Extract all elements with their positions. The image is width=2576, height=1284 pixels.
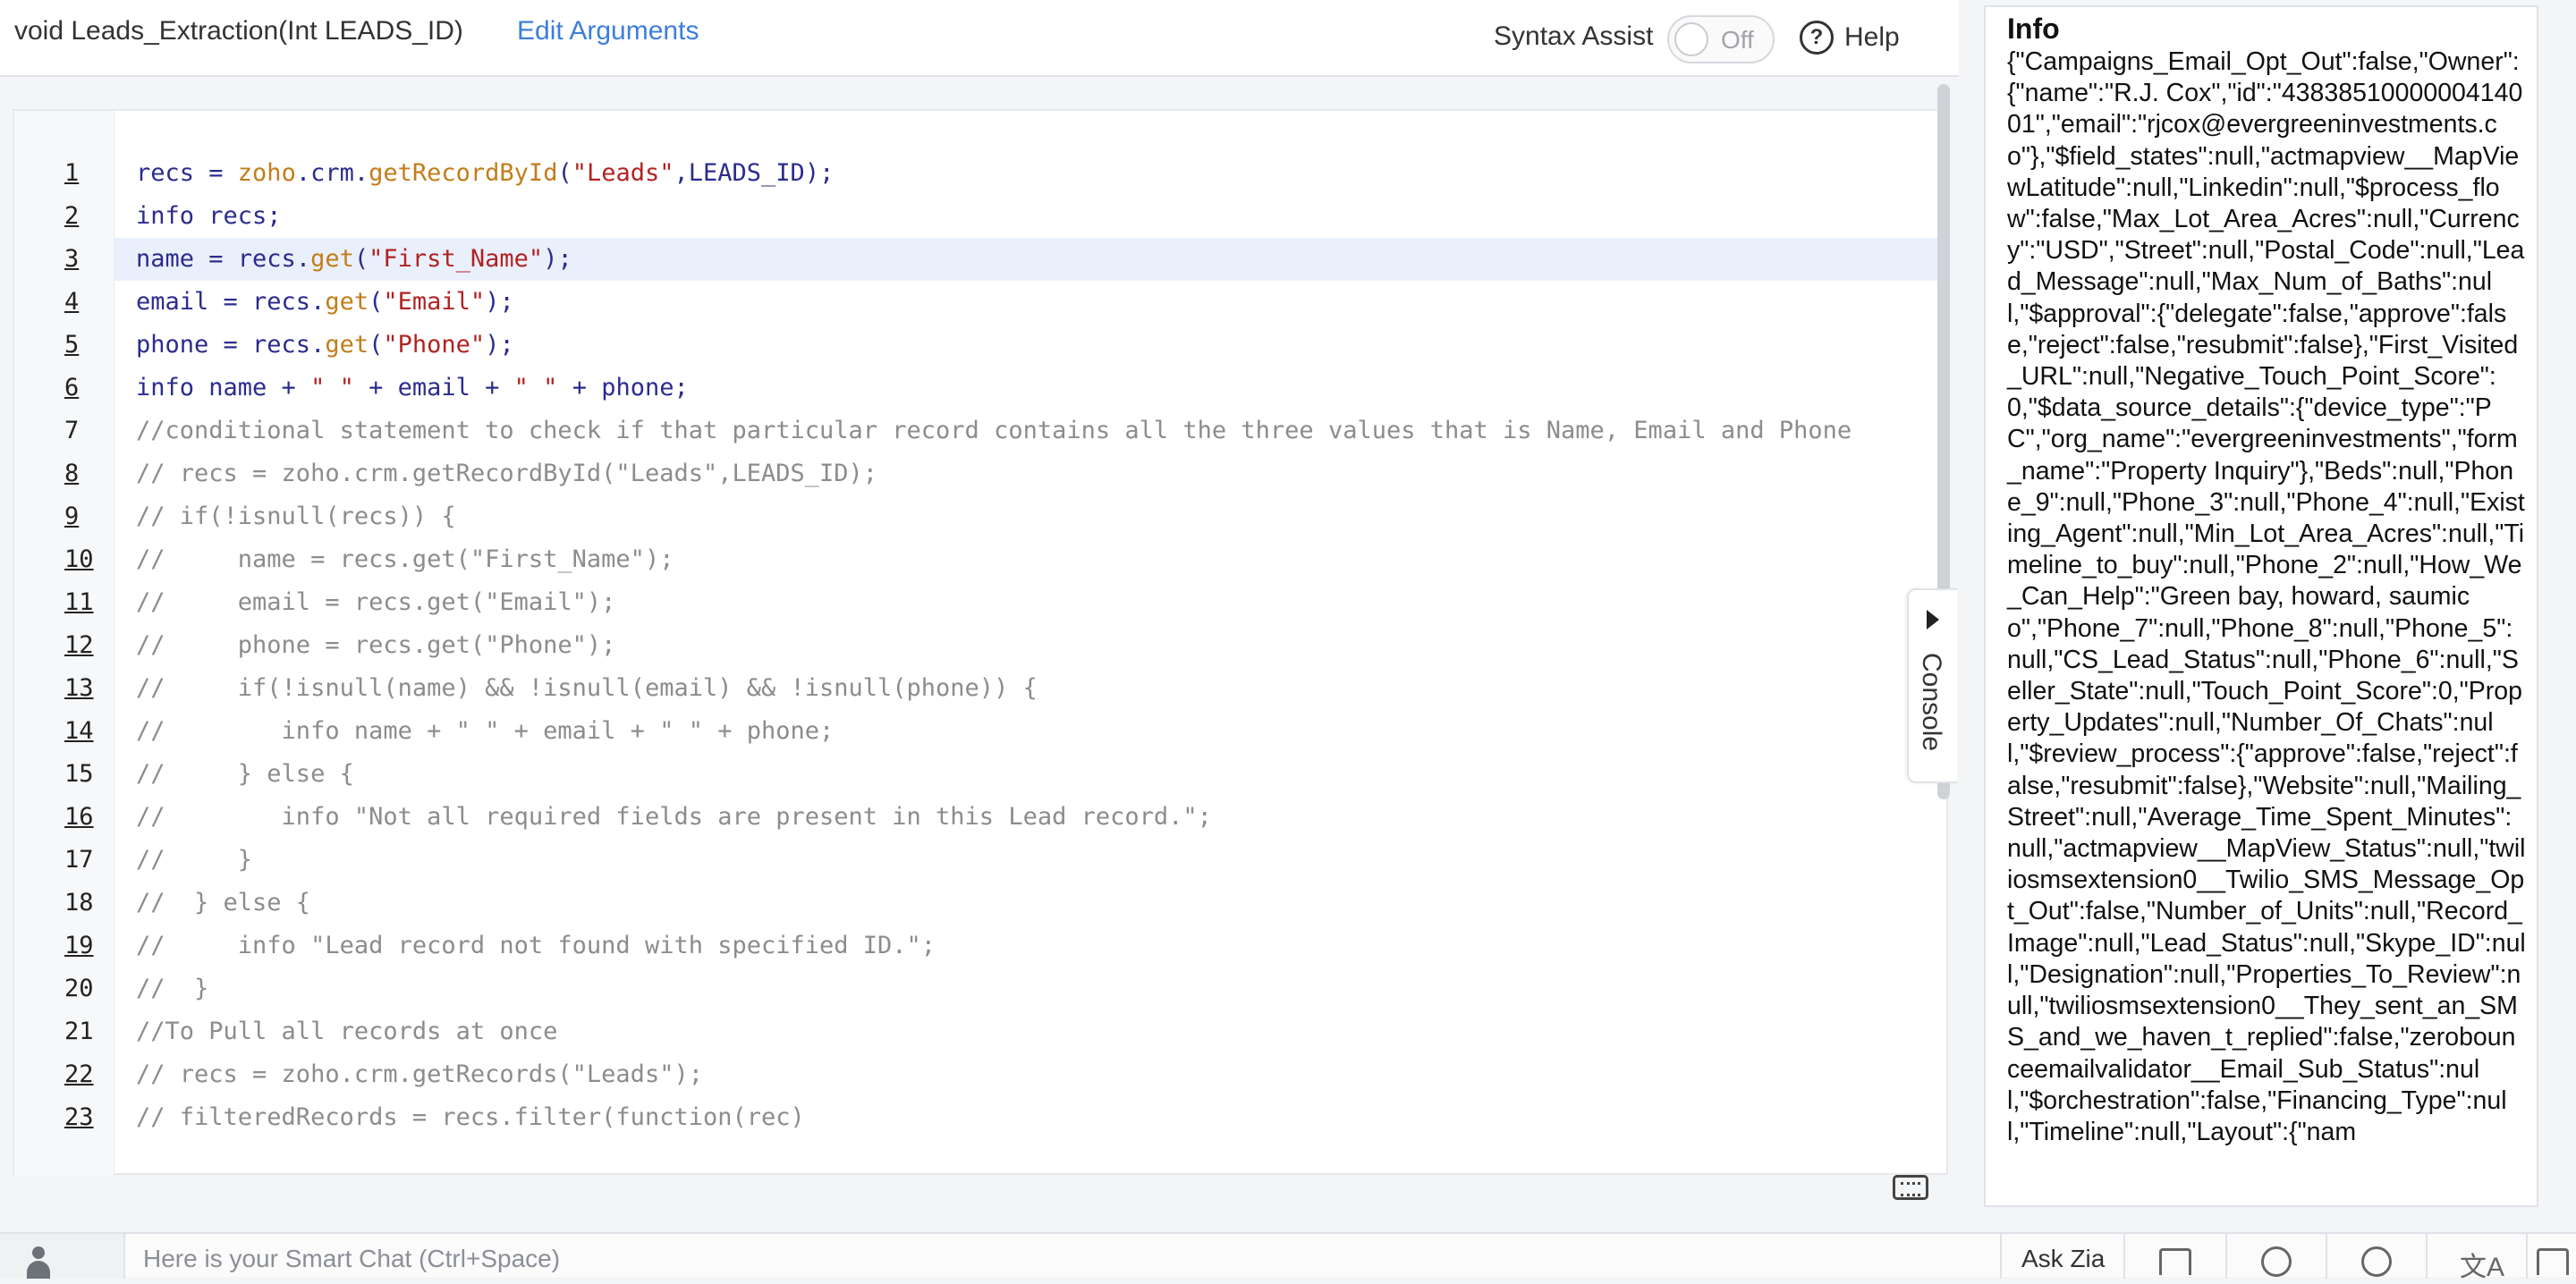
- code-line[interactable]: recs = zoho.crm.getRecordById("Leads",LE…: [114, 152, 1948, 195]
- code-line[interactable]: email = recs.get("Email");: [114, 281, 1948, 324]
- code-line[interactable]: //To Pull all records at once: [114, 1010, 1948, 1053]
- code-line[interactable]: //conditional statement to check if that…: [114, 410, 1948, 452]
- code-area[interactable]: recs = zoho.crm.getRecordById("Leads",LE…: [114, 111, 1948, 1175]
- line-number: 8: [64, 460, 80, 487]
- code-line[interactable]: // info "Not all required fields are pre…: [114, 796, 1948, 839]
- line-number: 5: [64, 331, 80, 359]
- code-line[interactable]: // info name + " " + email + " " + phone…: [114, 710, 1948, 753]
- code-line[interactable]: // name = recs.get("First_Name");: [114, 538, 1948, 581]
- code-line[interactable]: info recs;: [114, 195, 1948, 238]
- info-panel: Info {"Campaigns_Email_Opt_Out":false,"O…: [1984, 5, 2538, 1207]
- code-line[interactable]: // }: [114, 839, 1948, 882]
- bottom-bar: Here is your Smart Chat (Ctrl+Space) Ask…: [0, 1232, 2576, 1282]
- code-line[interactable]: // } else {: [114, 882, 1948, 925]
- alarm-icon: [2361, 1246, 2392, 1277]
- line-number-gutter: 1 2 3 4 5 6 7 8 9 10 11 12 13 14 15 16 17 18 19 20 21 22 23: [14, 111, 114, 1175]
- console-tab[interactable]: Console: [1907, 588, 1957, 783]
- line-number: 16: [64, 803, 94, 831]
- syntax-assist-label: Syntax Assist: [1494, 21, 1654, 51]
- ask-zia-button[interactable]: Ask Zia: [2000, 1234, 2122, 1279]
- line-number: 3: [64, 245, 80, 273]
- edit-arguments-link[interactable]: Edit Arguments: [517, 16, 699, 46]
- line-number: 4: [64, 288, 80, 316]
- translate-icon: 文A: [2460, 1253, 2505, 1282]
- toggle-knob: [1674, 22, 1708, 56]
- notes-icon: [2159, 1248, 2191, 1275]
- code-line[interactable]: name = recs.get("First_Name");: [114, 238, 1948, 281]
- line-number: 21: [64, 1018, 94, 1045]
- history-button[interactable]: [2225, 1234, 2326, 1279]
- line-number: 20: [64, 975, 94, 1002]
- code-line[interactable]: // recs = zoho.crm.getRecordById("Leads"…: [114, 452, 1948, 495]
- help-button[interactable]: ? Help: [1800, 18, 1900, 57]
- line-number: 17: [64, 846, 94, 874]
- code-line[interactable]: // filteredRecords = recs.filter(functio…: [114, 1096, 1948, 1139]
- line-number: 11: [64, 588, 94, 616]
- code-line[interactable]: // if(!isnull(name) && !isnull(email) &&…: [114, 667, 1948, 710]
- line-number: 22: [64, 1060, 94, 1088]
- line-number: 12: [64, 631, 94, 659]
- code-line[interactable]: // phone = recs.get("Phone");: [114, 624, 1948, 667]
- help-icon: ?: [1800, 21, 1834, 55]
- function-signature: void Leads_Extraction(Int LEADS_ID): [14, 16, 463, 46]
- help-label: Help: [1844, 22, 1900, 52]
- code-line[interactable]: // if(!isnull(recs)) {: [114, 495, 1948, 538]
- console-tab-label: Console: [1917, 653, 1946, 752]
- line-number: 15: [64, 760, 94, 788]
- line-number: 7: [64, 417, 80, 444]
- code-line[interactable]: info name + " " + email + " " + phone;: [114, 367, 1948, 410]
- line-number: 1: [64, 159, 80, 187]
- line-number: 13: [64, 674, 94, 702]
- alarm-button[interactable]: [2326, 1234, 2426, 1279]
- line-number: 10: [64, 545, 94, 573]
- editor-header: void Leads_Extraction(Int LEADS_ID) Edit…: [0, 0, 1959, 77]
- smart-chat-input[interactable]: Here is your Smart Chat (Ctrl+Space): [143, 1245, 560, 1273]
- toggle-state: Off: [1721, 26, 1754, 54]
- line-number: 9: [64, 503, 80, 530]
- code-line[interactable]: // recs = zoho.crm.getRecords("Leads");: [114, 1053, 1948, 1096]
- line-number: 18: [64, 889, 94, 917]
- info-title: Info: [2007, 13, 2060, 45]
- info-output: {"Campaigns_Email_Opt_Out":false,"Owner"…: [2007, 47, 2526, 1146]
- line-number: 23: [64, 1103, 94, 1131]
- line-number: 2: [64, 202, 80, 230]
- code-editor[interactable]: 1 2 3 4 5 6 7 8 9 10 11 12 13 14 15 16 17 18 19 20 21 22 23 re…: [13, 109, 1948, 1175]
- line-number: 6: [64, 374, 80, 401]
- history-icon: [2261, 1246, 2292, 1277]
- more-icon: [2537, 1248, 2569, 1275]
- keyboard-icon[interactable]: [1893, 1175, 1928, 1200]
- line-number: 14: [64, 717, 94, 745]
- code-line[interactable]: // } else {: [114, 753, 1948, 796]
- syntax-assist-toggle[interactable]: Off: [1667, 15, 1775, 63]
- translate-button[interactable]: 文A: [2426, 1234, 2526, 1282]
- code-line[interactable]: // }: [114, 967, 1948, 1010]
- user-avatar-button[interactable]: [0, 1234, 125, 1279]
- editor-container: 1 2 3 4 5 6 7 8 9 10 11 12 13 14 15 16 17 18 19 20 21 22 23 re…: [0, 79, 1959, 1232]
- more-button[interactable]: [2526, 1234, 2576, 1279]
- user-icon: [27, 1246, 50, 1279]
- notes-button[interactable]: [2123, 1234, 2224, 1279]
- code-line[interactable]: phone = recs.get("Phone");: [114, 324, 1948, 367]
- line-number: 19: [64, 932, 94, 959]
- code-line[interactable]: // info "Lead record not found with spec…: [114, 925, 1948, 967]
- code-line[interactable]: // email = recs.get("Email");: [114, 581, 1948, 624]
- expand-arrow-icon: [1927, 610, 1939, 629]
